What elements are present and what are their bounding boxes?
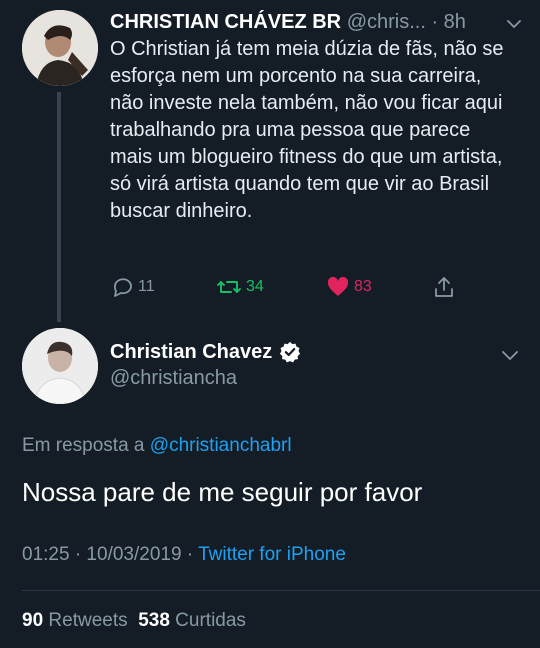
parent-tweet-header: CHRISTIAN CHÁVEZ BR @chris... · 8h — [110, 10, 530, 34]
reply-context: Em resposta a @christianchabrl — [22, 434, 292, 458]
tweet-timestamp: 01:25 · 10/03/2019 · — [22, 544, 194, 565]
retweet-count: 34 — [246, 278, 264, 295]
retweet-icon — [217, 281, 241, 293]
tweet-thread: CHRISTIAN CHÁVEZ BR @chris... · 8h O Chr… — [0, 0, 540, 648]
likes-stat[interactable]: 538 Curtidas — [138, 610, 246, 631]
likes-count: 538 — [138, 610, 170, 631]
reply-mention-link[interactable]: @christianchabrl — [150, 435, 292, 456]
chevron-down-icon[interactable] — [500, 348, 520, 362]
parent-tweet-actions: 11 34 83 — [110, 274, 470, 300]
retweet-button[interactable]: 34 — [216, 274, 264, 300]
tweet-meta: 01:25 · 10/03/2019 · Twitter for iPhone — [22, 543, 346, 567]
author-handle[interactable]: @christiancha — [110, 366, 237, 390]
reply-prefix: Em resposta a — [22, 435, 145, 456]
tweet-text: Nossa pare de me seguir por favor — [22, 477, 423, 507]
avatar-photo-icon — [22, 10, 98, 86]
retweets-label: Retweets — [48, 610, 128, 631]
thread-line — [57, 92, 61, 322]
verified-badge-icon — [280, 341, 301, 363]
tweet-stats: 90 Retweets 538 Curtidas — [22, 609, 246, 633]
chevron-down-icon[interactable] — [506, 18, 522, 30]
parent-timestamp[interactable]: · 8h — [431, 11, 465, 33]
like-count: 83 — [354, 278, 372, 295]
tweet-source-link[interactable]: Twitter for iPhone — [198, 544, 346, 565]
like-button[interactable]: 83 — [326, 274, 372, 300]
share-icon — [435, 277, 453, 297]
reply-button[interactable]: 11 — [110, 274, 155, 300]
parent-tweet-text: O Christian já tem meia dúzia de fãs, nã… — [110, 38, 504, 222]
avatar-photo-icon — [22, 328, 98, 404]
retweets-stat[interactable]: 90 Retweets — [22, 610, 128, 631]
author-name-row: Christian Chavez — [110, 340, 301, 364]
share-button[interactable] — [432, 274, 456, 300]
author-display-name[interactable]: Christian Chavez — [110, 340, 272, 364]
likes-label: Curtidas — [175, 610, 246, 631]
divider — [22, 590, 540, 591]
heart-icon — [327, 276, 349, 296]
avatar[interactable] — [22, 328, 98, 404]
reply-icon — [113, 278, 132, 297]
parent-handle[interactable]: @chris... — [347, 11, 426, 33]
parent-display-name[interactable]: CHRISTIAN CHÁVEZ BR — [110, 11, 341, 33]
retweets-count: 90 — [22, 610, 44, 631]
reply-count: 11 — [138, 278, 155, 295]
avatar[interactable] — [22, 10, 98, 86]
